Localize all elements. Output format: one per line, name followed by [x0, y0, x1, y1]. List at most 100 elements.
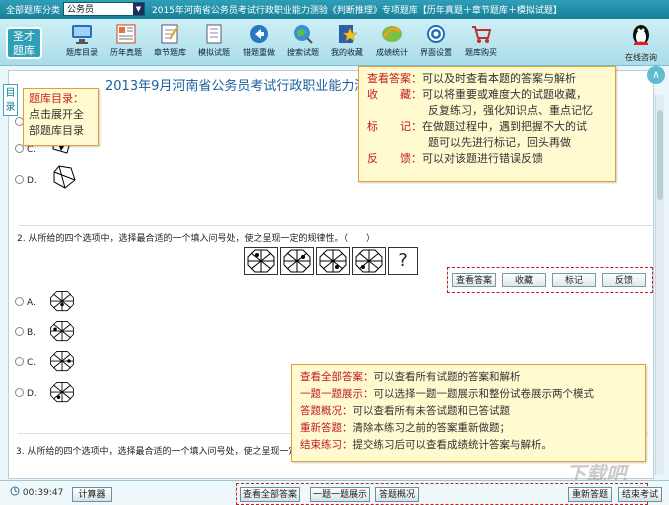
sequence-question-mark: ? [388, 247, 418, 275]
callout-line: 点击展开全 [29, 108, 84, 121]
callout-line: 部题库目录 [29, 124, 84, 137]
option-label: D. [27, 176, 37, 186]
callout-value: 可以查看所有未答试题和已答试题 [352, 405, 511, 417]
callout-value: 反复练习，强化知识点、重点记忆 [428, 104, 593, 117]
figure-option-a [50, 290, 74, 312]
toolbar-button-chapters[interactable]: 章节题库 [148, 23, 192, 63]
radio-button[interactable] [15, 175, 24, 184]
online-consult-button[interactable]: 在线咨询 [621, 23, 661, 63]
toolbar-label: 历年真题 [110, 48, 142, 57]
option-d[interactable]: D. [15, 175, 37, 186]
end-exam-button[interactable]: 结束考试 [618, 487, 662, 502]
figure-option-d [53, 165, 76, 189]
catalog-side-tab[interactable]: 目录 [3, 84, 18, 116]
callout-value: 提交练习后可以查看成绩统计答案与解析。 [352, 439, 553, 451]
toolbar-label: 模拟试题 [198, 48, 230, 57]
answer-overview-button[interactable]: 答题概况 [375, 487, 419, 502]
sequence-figure [352, 247, 386, 275]
window-title: 2015年河南省公务员考试行政职业能力测验《判断推理》专项题库【历年真题＋章节题… [152, 6, 562, 16]
calculator-button[interactable]: 计算器 [72, 487, 112, 502]
toolbar-button-past-exams[interactable]: 历年真题 [104, 23, 148, 63]
callout-key: 结束练习： [300, 439, 353, 451]
favorite-button[interactable]: 收藏 [502, 273, 546, 287]
option-label: D. [27, 389, 37, 399]
callout-key: 答题概况： [300, 405, 353, 417]
newspaper-icon [116, 24, 136, 44]
option-c[interactable]: C. [15, 357, 36, 368]
callout-key: 标 记： [367, 120, 422, 133]
toolbar-button-purchase[interactable]: 题库购买 [459, 23, 503, 63]
one-by-one-button[interactable]: 一题一题展示 [310, 487, 370, 502]
toolbar-label: 错题重做 [243, 48, 275, 57]
chart-leaf-icon [382, 26, 402, 42]
callout-value: 在做题过程中，遇到把握不大的试 [422, 120, 587, 133]
restart-button[interactable]: 重新答题 [568, 487, 612, 502]
category-select[interactable]: 公务员 ▼ [63, 2, 145, 16]
category-select-value: 公务员 [67, 5, 95, 15]
radio-button[interactable] [15, 327, 24, 336]
document-icon [206, 24, 222, 44]
callout-value: 可以选择一题一题展示和整份试卷展示两个模式 [373, 388, 595, 400]
option-d[interactable]: D. [15, 388, 37, 399]
toolbar-button-settings[interactable]: 界面设置 [414, 23, 458, 63]
view-answer-button[interactable]: 查看答案 [452, 273, 496, 287]
divider [19, 225, 653, 226]
toolbar-button-search[interactable]: 搜索试题 [281, 23, 325, 63]
catalog-callout: 题库目录： 点击展开全 部题库目录 [23, 88, 99, 146]
scrollbar-thumb[interactable] [657, 110, 663, 200]
toolbar-button-score-stats[interactable]: 成绩统计 [370, 23, 414, 63]
timer-value: 00:39:47 [22, 488, 64, 498]
toolbar-label: 界面设置 [420, 48, 452, 57]
option-b[interactable]: B. [15, 327, 36, 338]
callout-value: 可以及时查看本题的答案与解析 [422, 72, 576, 85]
redo-arrow-icon [250, 25, 268, 43]
sequence-figure [244, 247, 278, 275]
cart-icon [472, 26, 492, 43]
sequence-figure [316, 247, 350, 275]
question-2-text: 2. 从所给的四个选项中，选择最合适的一个填入问号处，使之呈现一定的规律性。（ … [17, 234, 375, 244]
bottom-bar: 00:39:47 计算器 查看全部答案 一题一题展示 答题概况 重新答题 结束考… [0, 480, 669, 505]
callout-value: 清除本练习之前的答案重新做题； [352, 422, 511, 434]
radio-button[interactable] [15, 357, 24, 366]
figure-option-b [50, 320, 74, 342]
gear-icon [427, 25, 445, 43]
callout-line: 题库目录： [29, 92, 84, 105]
option-label: B. [27, 328, 37, 338]
toolbar-label: 成绩统计 [376, 48, 408, 57]
option-a[interactable]: A. [15, 297, 36, 308]
callout-key: 收 藏： [367, 88, 422, 101]
toolbar-button-redo-wrong[interactable]: 错题重做 [237, 23, 281, 63]
callout-key: 反 馈： [367, 152, 422, 165]
toolbar: 圣才题库 题库目录 历年真题 章节题库 模拟试题 错题重做 搜索试题 我的收藏 … [0, 19, 669, 66]
callout-value: 可以查看所有试题的答案和解析 [373, 371, 521, 383]
scroll-up-button[interactable]: ∧ [647, 66, 665, 84]
callout-value: 题可以先进行标记，回头再做 [428, 136, 571, 149]
toolbar-label: 题库购买 [465, 48, 497, 57]
option-label: A. [27, 298, 36, 308]
page-title: 2013年9月河南省公务员考试行政职业能力测 [105, 79, 368, 94]
feedback-button[interactable]: 反馈 [602, 273, 646, 287]
star-icon [339, 25, 358, 43]
notebook-icon [161, 24, 179, 44]
view-all-answers-button[interactable]: 查看全部答案 [240, 487, 300, 502]
question-actions: 查看答案 收藏 标记 反馈 [447, 267, 653, 293]
callout-key: 一题一题展示： [300, 388, 374, 400]
toolbar-label: 在线咨询 [625, 53, 657, 62]
radio-button[interactable] [15, 388, 24, 397]
figure-option-c [50, 350, 74, 372]
globe-search-icon [294, 25, 313, 44]
chevron-down-icon[interactable]: ▼ [133, 3, 144, 15]
exam-timer: 00:39:47 [10, 486, 63, 498]
callout-key: 重新答题： [300, 422, 353, 434]
toolbar-button-favorites[interactable]: 我的收藏 [325, 23, 369, 63]
toolbar-label: 我的收藏 [331, 48, 363, 57]
watermark: 下载吧 [566, 462, 626, 486]
toolbar-button-catalog[interactable]: 题库目录 [60, 23, 104, 63]
option-label: C. [27, 358, 37, 368]
monitor-icon [72, 25, 92, 44]
toolbar-button-mock-exams[interactable]: 模拟试题 [192, 23, 236, 63]
mark-button[interactable]: 标记 [552, 273, 596, 287]
penguin-icon [633, 25, 649, 45]
scrollbar[interactable] [655, 95, 664, 475]
radio-button[interactable] [15, 297, 24, 306]
